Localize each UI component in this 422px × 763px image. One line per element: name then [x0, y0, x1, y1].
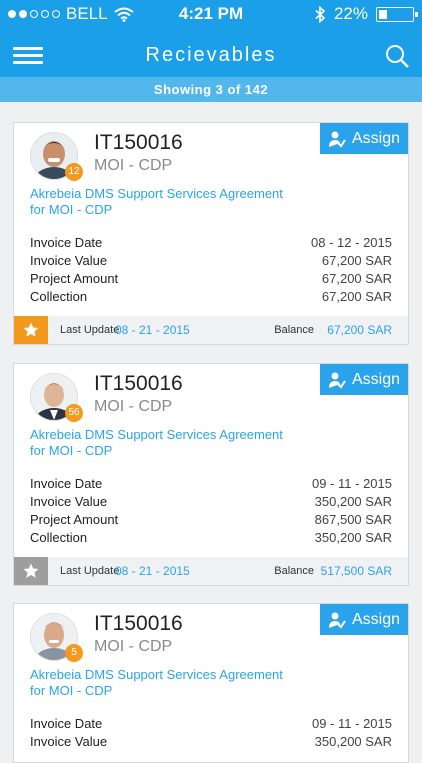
- results-count: Showing 3 of 142: [0, 77, 422, 102]
- detail-value: 67,200 SAR: [321, 289, 392, 304]
- page-title: Recievables: [145, 44, 277, 66]
- detail-row: Invoice Date 09 - 11 - 2015: [30, 715, 392, 733]
- assign-label: Assign: [351, 610, 401, 628]
- invoice-code: IT150016: [94, 372, 183, 395]
- receivable-card[interactable]: 12 IT150016 MOI - CDP Assign Akrebeia DM…: [13, 122, 409, 345]
- assign-user-icon: [328, 131, 346, 148]
- favorite-button[interactable]: [14, 316, 48, 344]
- assign-button[interactable]: Assign: [320, 123, 408, 154]
- bluetooth-icon: [315, 5, 326, 23]
- invoice-code: IT150016: [94, 131, 183, 154]
- notification-badge: 56: [65, 404, 83, 422]
- balance-value: 517,500 SAR: [320, 564, 392, 578]
- detail-row: Invoice Date 08 - 12 - 2015: [30, 234, 392, 252]
- detail-label: Collection: [30, 530, 88, 545]
- detail-label: Project Amount: [30, 512, 119, 527]
- detail-row: Project Amount 67,200 SAR: [30, 270, 392, 288]
- detail-row: Collection 67,200 SAR: [30, 288, 392, 306]
- favorite-button[interactable]: [14, 557, 48, 585]
- last-update-label: Last Update: [60, 324, 120, 336]
- card-footer: Last Update 08 - 21 - 2015 Balance 67,20…: [14, 316, 408, 344]
- department: MOI - CDP: [94, 398, 173, 415]
- status-bar: BELL 4:21 PM 22%: [0, 0, 422, 28]
- detail-label: Invoice Value: [30, 734, 108, 749]
- assign-user-icon: [328, 612, 346, 629]
- detail-row: Project Amount 867,500 SAR: [30, 511, 392, 529]
- detail-row: Invoice Value 350,200 SAR: [30, 493, 392, 511]
- detail-value: 350,200 SAR: [314, 734, 392, 749]
- detail-label: Invoice Date: [30, 476, 103, 491]
- detail-label: Invoice Date: [30, 235, 103, 250]
- detail-value: 350,200 SAR: [314, 494, 392, 509]
- assign-label: Assign: [351, 370, 401, 388]
- battery-icon: [376, 6, 418, 22]
- detail-value: 09 - 11 - 2015: [312, 716, 392, 731]
- star-icon: [23, 563, 39, 578]
- search-icon[interactable]: [384, 43, 410, 69]
- balance-value: 67,200 SAR: [327, 323, 392, 337]
- detail-value: 09 - 11 - 2015: [312, 476, 392, 491]
- assign-button[interactable]: Assign: [320, 364, 408, 395]
- detail-label: Project Amount: [30, 271, 119, 286]
- detail-row: Invoice Value 67,200 SAR: [30, 252, 392, 270]
- detail-value: 350,200 SAR: [314, 530, 392, 545]
- detail-value: 08 - 12 - 2015: [311, 235, 392, 250]
- assign-user-icon: [328, 372, 346, 389]
- detail-value: 67,200 SAR: [321, 271, 392, 286]
- detail-label: Invoice Date: [30, 716, 103, 731]
- assign-button[interactable]: Assign: [320, 604, 408, 635]
- assign-label: Assign: [351, 129, 401, 147]
- last-update-value: 08 - 21 - 2015: [115, 323, 190, 337]
- invoice-details: Invoice Date 08 - 12 - 2015 Invoice Value…: [30, 234, 392, 306]
- department: MOI - CDP: [94, 157, 173, 174]
- navigation-bar: Recievables: [0, 36, 422, 76]
- detail-label: Invoice Value: [30, 253, 108, 268]
- agreement-link[interactable]: Akrebeia DMS Support Services Agreement …: [30, 427, 290, 459]
- invoice-details: Invoice Date 09 - 11 - 2015 Invoice Value…: [30, 715, 392, 751]
- detail-label: Invoice Value: [30, 494, 108, 509]
- detail-label: Collection: [30, 289, 88, 304]
- detail-value: 867,500 SAR: [314, 512, 392, 527]
- receivable-card[interactable]: 5 IT150016 MOI - CDP Assign Akrebeia DMS…: [13, 603, 409, 763]
- invoice-details: Invoice Date 09 - 11 - 2015 Invoice Value…: [30, 475, 392, 547]
- detail-row: Invoice Value 350,200 SAR: [30, 733, 392, 751]
- notification-badge: 12: [65, 163, 83, 181]
- last-update-label: Last Update: [60, 565, 120, 577]
- star-icon: [23, 322, 39, 337]
- detail-value: 67,200 SAR: [321, 253, 392, 268]
- detail-row: Invoice Date 09 - 11 - 2015: [30, 475, 392, 493]
- receivable-card[interactable]: 56 IT150016 MOI - CDP Assign Akrebeia DM…: [13, 363, 409, 586]
- department: MOI - CDP: [94, 638, 173, 655]
- agreement-link[interactable]: Akrebeia DMS Support Services Agreement …: [30, 186, 290, 218]
- balance-label: Balance: [274, 324, 314, 336]
- top-bar: BELL 4:21 PM 22% Recievables: [0, 0, 422, 77]
- card-footer: Last Update 08 - 21 - 2015 Balance 517,5…: [14, 557, 408, 585]
- notification-badge: 5: [65, 644, 83, 662]
- invoice-code: IT150016: [94, 612, 183, 635]
- balance-label: Balance: [274, 565, 314, 577]
- agreement-link[interactable]: Akrebeia DMS Support Services Agreement …: [30, 667, 290, 699]
- detail-row: Collection 350,200 SAR: [30, 529, 392, 547]
- last-update-value: 08 - 21 - 2015: [115, 564, 190, 578]
- battery-percent: 22%: [333, 4, 368, 23]
